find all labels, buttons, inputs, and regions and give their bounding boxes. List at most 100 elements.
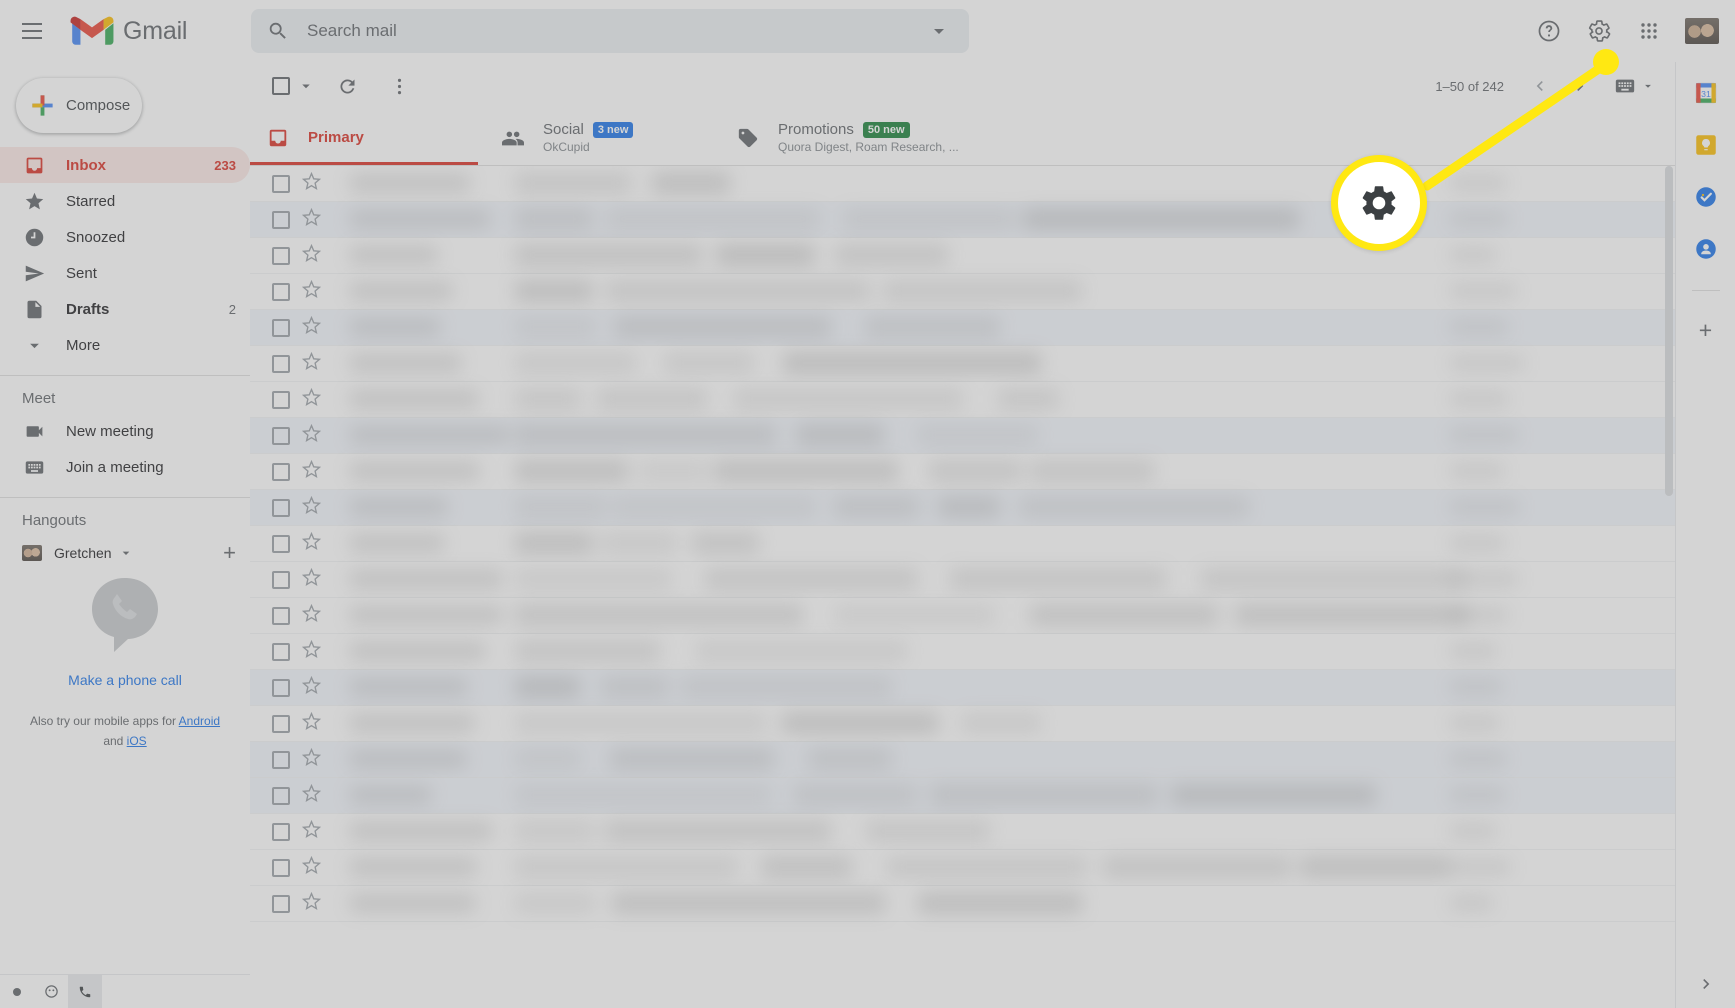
tab-primary[interactable]: Primary [250, 110, 485, 165]
table-row[interactable] [250, 598, 1675, 634]
checkbox-icon[interactable] [272, 678, 290, 697]
star-outline-icon[interactable] [301, 315, 322, 340]
star-outline-icon[interactable] [301, 567, 322, 592]
star-outline-icon[interactable] [301, 675, 322, 700]
star-outline-icon[interactable] [301, 171, 322, 196]
star-outline-icon[interactable] [301, 711, 322, 736]
sidebar-item-new-meeting[interactable]: New meeting [0, 413, 250, 449]
table-row[interactable] [250, 346, 1675, 382]
table-row[interactable] [250, 202, 1675, 238]
sidebar-item-drafts[interactable]: Drafts 2 [0, 291, 250, 327]
list-scrollbar-track[interactable] [1663, 166, 1675, 1008]
select-all-control[interactable] [272, 77, 315, 95]
star-outline-icon[interactable] [301, 783, 322, 808]
sidebar-item-inbox[interactable]: Inbox 233 [0, 147, 250, 183]
android-link[interactable]: Android [179, 714, 220, 728]
right-rail-expand-chevron-right-icon[interactable] [1696, 974, 1716, 994]
star-outline-icon[interactable] [301, 279, 322, 304]
google-tasks-icon[interactable] [1693, 184, 1719, 210]
checkbox-icon[interactable] [272, 318, 290, 337]
star-outline-icon[interactable] [301, 387, 322, 412]
table-row[interactable] [250, 490, 1675, 526]
checkbox-icon[interactable] [272, 714, 290, 733]
compose-button[interactable]: Compose [16, 78, 142, 133]
checkbox-icon[interactable] [272, 210, 290, 229]
account-avatar[interactable] [1679, 8, 1725, 54]
table-row[interactable] [250, 742, 1675, 778]
ios-link[interactable]: iOS [127, 734, 147, 748]
google-keep-icon[interactable] [1693, 132, 1719, 158]
hangouts-status-icon[interactable] [0, 975, 34, 1008]
input-tools-button[interactable] [1608, 68, 1661, 104]
list-scrollbar-thumb[interactable] [1665, 166, 1673, 496]
checkbox-icon[interactable] [272, 786, 290, 805]
select-all-chevron-down-icon[interactable] [297, 77, 315, 95]
settings-gear-icon[interactable] [1575, 7, 1623, 55]
right-rail-plus-icon[interactable]: + [1699, 319, 1712, 342]
table-row[interactable] [250, 670, 1675, 706]
checkbox-icon[interactable] [272, 894, 290, 913]
make-phone-call-link[interactable]: Make a phone call [68, 672, 182, 688]
sidebar-item-sent[interactable]: Sent [0, 255, 250, 291]
sidebar-item-join-meeting[interactable]: Join a meeting [0, 449, 250, 485]
pagination-prev-button[interactable] [1522, 68, 1558, 104]
sidebar-item-starred[interactable]: Starred [0, 183, 250, 219]
checkbox-icon[interactable] [272, 246, 290, 265]
star-outline-icon[interactable] [301, 747, 322, 772]
hangouts-phone-icon[interactable] [68, 974, 102, 1008]
hamburger-menu-icon[interactable] [8, 7, 56, 55]
refresh-icon[interactable] [327, 66, 367, 106]
checkbox-icon[interactable] [272, 534, 290, 553]
table-row[interactable] [250, 562, 1675, 598]
checkbox-icon[interactable] [272, 282, 290, 301]
more-vertical-icon[interactable] [379, 66, 419, 106]
star-outline-icon[interactable] [301, 351, 322, 376]
table-row[interactable] [250, 238, 1675, 274]
hangouts-status-chevron-down-icon[interactable] [118, 545, 134, 561]
hangouts-add-icon[interactable]: + [223, 542, 236, 564]
table-row[interactable] [250, 166, 1675, 202]
star-outline-icon[interactable] [301, 603, 322, 628]
callout-highlight-settings-gear[interactable] [1331, 155, 1427, 251]
table-row[interactable] [250, 418, 1675, 454]
tab-promotions[interactable]: Promotions 50 new Quora Digest, Roam Res… [720, 110, 959, 165]
checkbox-icon[interactable] [272, 426, 290, 445]
support-icon[interactable] [1525, 7, 1573, 55]
star-outline-icon[interactable] [301, 495, 322, 520]
table-row[interactable] [250, 382, 1675, 418]
sidebar-item-snoozed[interactable]: Snoozed [0, 219, 250, 255]
star-outline-icon[interactable] [301, 819, 322, 844]
table-row[interactable] [250, 454, 1675, 490]
checkbox-icon[interactable] [272, 570, 290, 589]
table-row[interactable] [250, 706, 1675, 742]
google-calendar-icon[interactable]: 31 [1693, 80, 1719, 106]
checkbox-icon[interactable] [272, 354, 290, 373]
star-outline-icon[interactable] [301, 855, 322, 880]
star-outline-icon[interactable] [301, 423, 322, 448]
checkbox-icon[interactable] [272, 390, 290, 409]
star-outline-icon[interactable] [301, 531, 322, 556]
table-row[interactable] [250, 850, 1675, 886]
tab-social[interactable]: Social 3 new OkCupid [485, 110, 720, 165]
checkbox-icon[interactable] [272, 750, 290, 769]
star-outline-icon[interactable] [301, 639, 322, 664]
google-contacts-icon[interactable] [1693, 236, 1719, 262]
checkbox-icon[interactable] [272, 858, 290, 877]
table-row[interactable] [250, 310, 1675, 346]
table-row[interactable] [250, 886, 1675, 922]
checkbox-icon[interactable] [272, 462, 290, 481]
table-row[interactable] [250, 778, 1675, 814]
search-input[interactable] [307, 21, 927, 41]
sidebar-item-more[interactable]: More [0, 327, 250, 363]
star-outline-icon[interactable] [301, 459, 322, 484]
search-options-chevron-down-icon[interactable] [927, 19, 951, 43]
table-row[interactable] [250, 274, 1675, 310]
star-outline-icon[interactable] [301, 891, 322, 916]
table-row[interactable] [250, 814, 1675, 850]
checkbox-icon[interactable] [272, 606, 290, 625]
gmail-logo[interactable]: Gmail [70, 15, 187, 48]
hangouts-contacts-icon[interactable] [34, 975, 68, 1008]
checkbox-icon[interactable] [272, 642, 290, 661]
hangouts-user-row[interactable]: Gretchen + [0, 535, 250, 571]
table-row[interactable] [250, 526, 1675, 562]
